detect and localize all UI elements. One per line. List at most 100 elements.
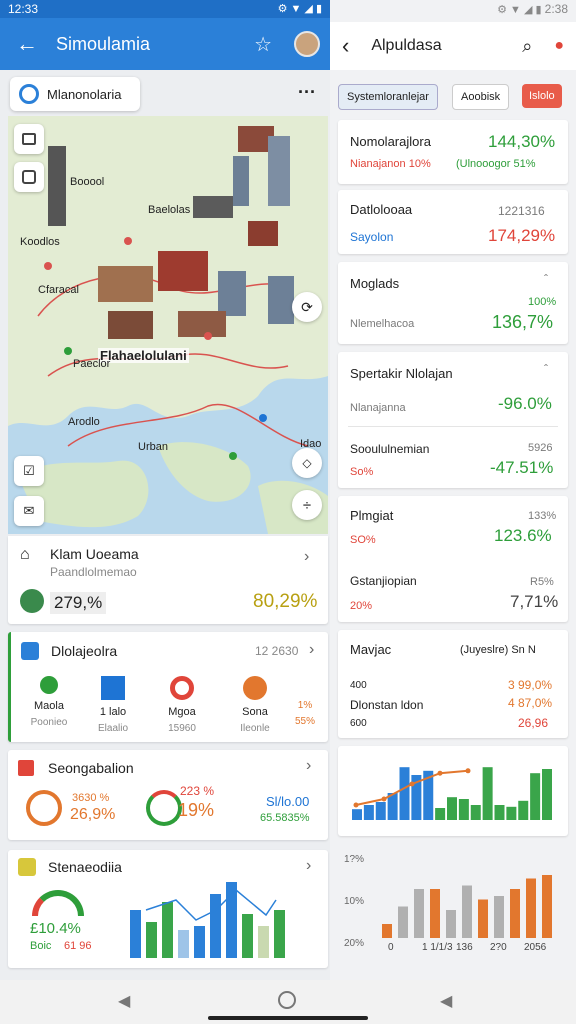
summary-r3-left: 600 [350, 718, 367, 729]
chevron-up-icon[interactable]: ˆ [544, 272, 548, 286]
mini-bar-chart [130, 882, 285, 958]
zoom-button[interactable]: ÷ [292, 490, 322, 520]
chart-bar [399, 767, 410, 820]
chevron-right-icon[interactable]: › [309, 641, 314, 659]
app-name: Mgoa [168, 706, 196, 718]
list-item[interactable]: Moglads ˆ 100% Nlemelhacoa 136,7% [338, 262, 568, 344]
arrow-left-icon[interactable]: ← [16, 31, 38, 57]
stat1-value: 26,9% [70, 806, 116, 823]
summary-r1-right: 3 99,0% [508, 678, 553, 692]
clock-button[interactable] [14, 162, 44, 192]
filter-chip[interactable]: Aoobisk [452, 84, 510, 110]
layers-button[interactable] [14, 124, 44, 154]
row-sub: Sayolon [350, 230, 394, 244]
row-title: Gstanjiopian [350, 574, 417, 588]
mail-button[interactable]: ✉ [14, 496, 44, 526]
system-nav-bar: ◀ ◀ [0, 980, 576, 1024]
search-chip[interactable]: Mlanonolaria [10, 77, 140, 111]
status-icons: ⚙ ▼ ◢ ▮ [277, 3, 322, 15]
row-divider [348, 426, 558, 427]
summary-title: Mavjac [350, 642, 392, 657]
map-label-baelolas: Baelolas [148, 204, 191, 216]
row-sub-value: 136,7% [492, 312, 554, 332]
chart-bar [530, 773, 541, 820]
x-tick-label: 0 [388, 942, 394, 953]
more-icon[interactable]: ··· [298, 82, 316, 103]
search-icon[interactable]: ⌕ [522, 36, 532, 57]
status-bar: 12:33 ⚙ ▼ ◢ ▮ [0, 0, 330, 18]
refresh-icon: ⟳ [301, 298, 313, 315]
row-title: Sooululnemian [350, 442, 430, 456]
mini-bar [210, 894, 221, 958]
chart-bar [542, 769, 552, 820]
app-title: Simoulamia [56, 33, 151, 54]
list-item[interactable]: Plmgiat 133% SO% 123.6% Gstanjiopian R5%… [338, 496, 568, 622]
chevron-right-icon[interactable]: › [306, 757, 311, 775]
summary-r2-left: Dlonstan ldon [350, 698, 424, 712]
app-item[interactable]: Mgoa 15960 [146, 676, 218, 736]
filter-chip[interactable]: Systemloranlejar [338, 84, 438, 110]
map-canvas [8, 116, 328, 534]
row-sub: Nianajanon 10% [350, 158, 431, 170]
row-sub-value: -96.0% [498, 394, 552, 413]
back-nav-icon[interactable]: ◀ [118, 991, 130, 1011]
app-item[interactable]: 1 lalo Elaalio [77, 676, 149, 736]
status-time: 12:33 [8, 2, 39, 16]
row-sub: SO% [350, 534, 376, 546]
app-item[interactable]: Maola Poonieo [19, 676, 79, 730]
filter-chip[interactable]: Islolo [522, 84, 562, 108]
app-bar: ← Simoulamia ☆ [0, 18, 330, 70]
avatar[interactable] [294, 31, 320, 57]
combo-chart [352, 767, 552, 820]
chart-bar [494, 896, 504, 938]
refresh-button[interactable]: ⟳ [292, 292, 322, 322]
chart-bar [526, 878, 536, 938]
search-chip-label: Mlanonolaria [47, 86, 122, 102]
app-sub: 15960 [168, 723, 196, 734]
apps-title: Dlolajeolra [51, 643, 118, 659]
row-value: 144,30% [488, 132, 556, 151]
stat1-top: 3630 % [72, 792, 110, 804]
notification-icon[interactable]: ● [554, 37, 564, 55]
status-time: 2:38 [544, 2, 568, 16]
gauge-value: £10.4% [30, 920, 81, 937]
list-item[interactable]: Nomolarajlora 144,30% Nianajanon 10% (Ul… [338, 120, 568, 184]
combo-chart-card [338, 746, 568, 836]
app-item[interactable]: Sona Ileonle [219, 676, 291, 736]
ring-icon [26, 790, 62, 826]
stats-title: Seongabalion [48, 760, 134, 776]
bar-chart-card: 1?% 10% 20% 0 1 1/1/3 136 2?0 2056 [338, 846, 568, 974]
stat3-sub: 65.5835% [260, 812, 310, 824]
map-view[interactable]: Booool Baelolas Koodlos Cfaracal Flahael… [8, 116, 328, 534]
chevron-right-icon[interactable]: › [304, 548, 309, 566]
list-item[interactable]: Spertakir Nlolajan ˆ Nlanajanna -96.0% S… [338, 352, 568, 488]
location-subtitle: Paandlolmemao [50, 565, 137, 579]
row-sub-value: -47.51% [490, 458, 554, 477]
chart-bar [398, 906, 408, 938]
chart-bar [506, 806, 517, 820]
status-bar: ⚙ ▼ ◢ ▮ 2:38 [330, 0, 576, 18]
map-center-label: Flahaelolulani [98, 348, 189, 363]
recents-nav-icon[interactable]: ◀ [440, 991, 452, 1011]
app-sub: 55% [294, 716, 315, 727]
chart-bar [447, 797, 457, 820]
star-icon[interactable]: ☆ [254, 32, 272, 57]
chevron-left-icon[interactable]: ‹ [342, 33, 349, 59]
chevron-right-icon[interactable]: › [306, 857, 311, 875]
chevron-up-icon[interactable]: ˆ [544, 362, 548, 376]
clock-icon [22, 170, 36, 184]
location-card[interactable]: ⌂ Klam Uoeama Paandlolmemao › 279,% 80,2… [8, 536, 328, 624]
locate-button[interactable]: ◇ [292, 448, 322, 478]
home-nav-icon[interactable] [278, 991, 296, 1009]
flag-icon [18, 760, 34, 776]
list-item[interactable]: Datlolooaa 1221316 Sayolon 174,29% [338, 190, 568, 254]
row-sub: Nlanajanna [350, 402, 406, 414]
stat3-value: Sl/lo.00 [266, 794, 310, 809]
y-tick-label: 10% [344, 896, 364, 907]
app-sub: Poonieo [30, 717, 68, 728]
summary-card[interactable]: Mavjac (Juyeslre) Sn N 400 3 99,0% Dlons… [338, 630, 568, 738]
gallery-button[interactable]: ☑ [14, 456, 44, 486]
app-item[interactable]: 1% 55% [287, 700, 323, 729]
app-name: 1% [297, 700, 313, 711]
chart-bar [363, 805, 374, 820]
